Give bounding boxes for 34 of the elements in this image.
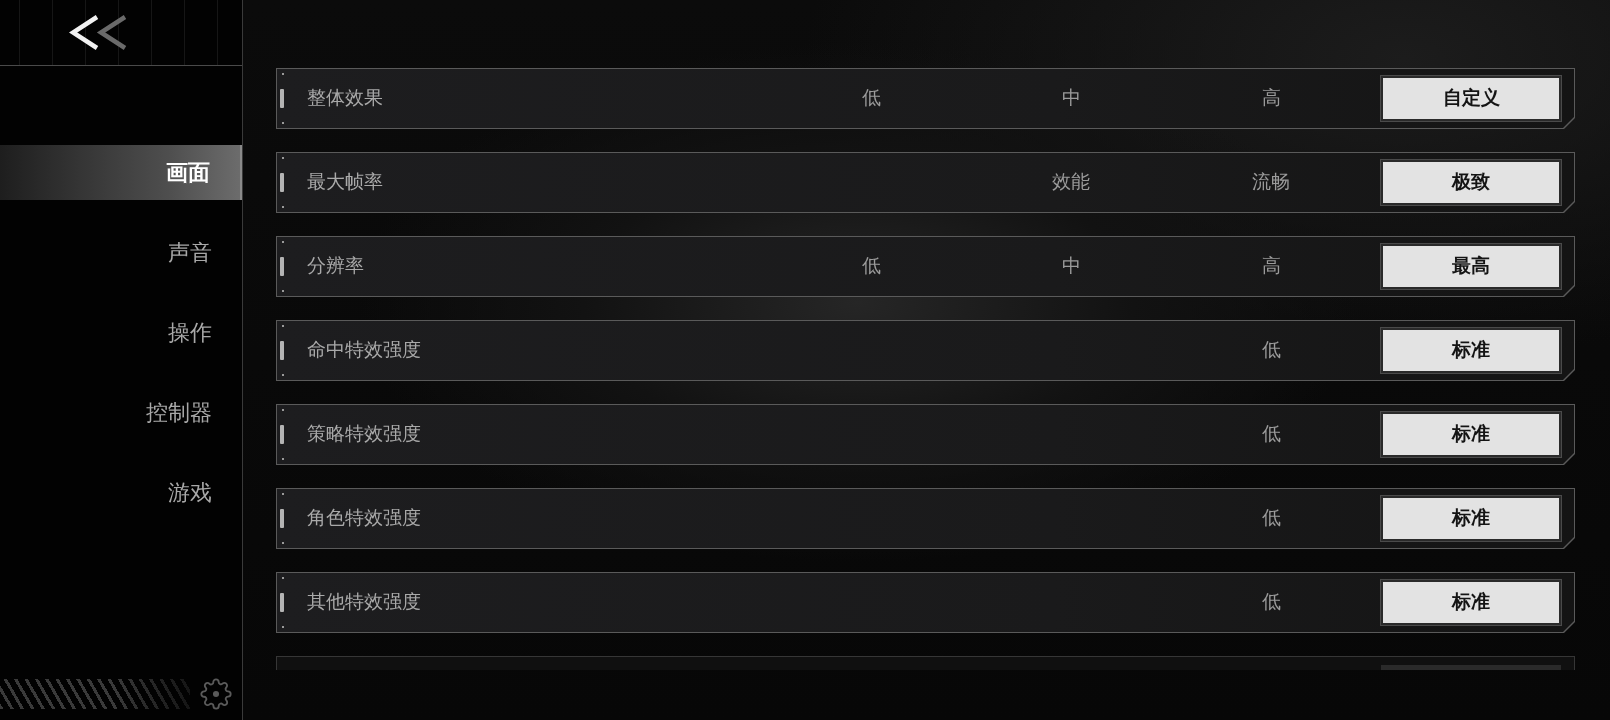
sidebar-tab[interactable]: 声音: [0, 225, 242, 280]
selected-option-button[interactable]: 极致: [1381, 160, 1561, 205]
sidebar-tab[interactable]: 操作: [0, 305, 242, 360]
setting-option[interactable]: 低: [1261, 336, 1281, 365]
setting-label: 策略特效强度: [307, 422, 421, 447]
setting-label: 分辨率: [307, 254, 364, 279]
setting-label: 最大帧率: [307, 170, 383, 195]
double-chevron-icon: [69, 15, 127, 50]
setting-option[interactable]: 低: [1261, 588, 1281, 617]
setting-label: 其他特效强度: [307, 590, 421, 615]
setting-option[interactable]: 流畅: [1252, 168, 1290, 197]
selected-option-button[interactable]: 标准: [1381, 580, 1561, 625]
setting-option[interactable]: 低: [861, 252, 881, 281]
back-button[interactable]: [68, 13, 128, 52]
selected-option-button[interactable]: 标准: [1381, 328, 1561, 373]
setting-option[interactable]: 效能: [1052, 168, 1090, 197]
setting-option[interactable]: 低: [1261, 420, 1281, 449]
gear-icon: [200, 678, 232, 710]
selected-option-button[interactable]: 标准: [1381, 496, 1561, 541]
setting-label: 命中特效强度: [307, 338, 421, 363]
setting-label: 角色特效强度: [307, 506, 421, 531]
sidebar-tab[interactable]: 游戏: [0, 465, 242, 520]
setting-option[interactable]: 高: [1261, 84, 1281, 113]
setting-option[interactable]: 中: [1061, 84, 1081, 113]
setting-option[interactable]: 中: [1061, 252, 1081, 281]
selected-option-button[interactable]: 标准: [1381, 412, 1561, 457]
setting-option[interactable]: 高: [1261, 252, 1281, 281]
sidebar-tab[interactable]: 控制器: [0, 385, 242, 440]
sidebar-tab[interactable]: 画面: [0, 145, 242, 200]
selected-option-button[interactable]: 最高: [1381, 244, 1561, 289]
selected-option-button[interactable]: 自定义: [1381, 76, 1561, 121]
setting-label: 整体效果: [307, 86, 383, 111]
setting-option[interactable]: 低: [861, 84, 881, 113]
setting-option[interactable]: 低: [1261, 504, 1281, 533]
